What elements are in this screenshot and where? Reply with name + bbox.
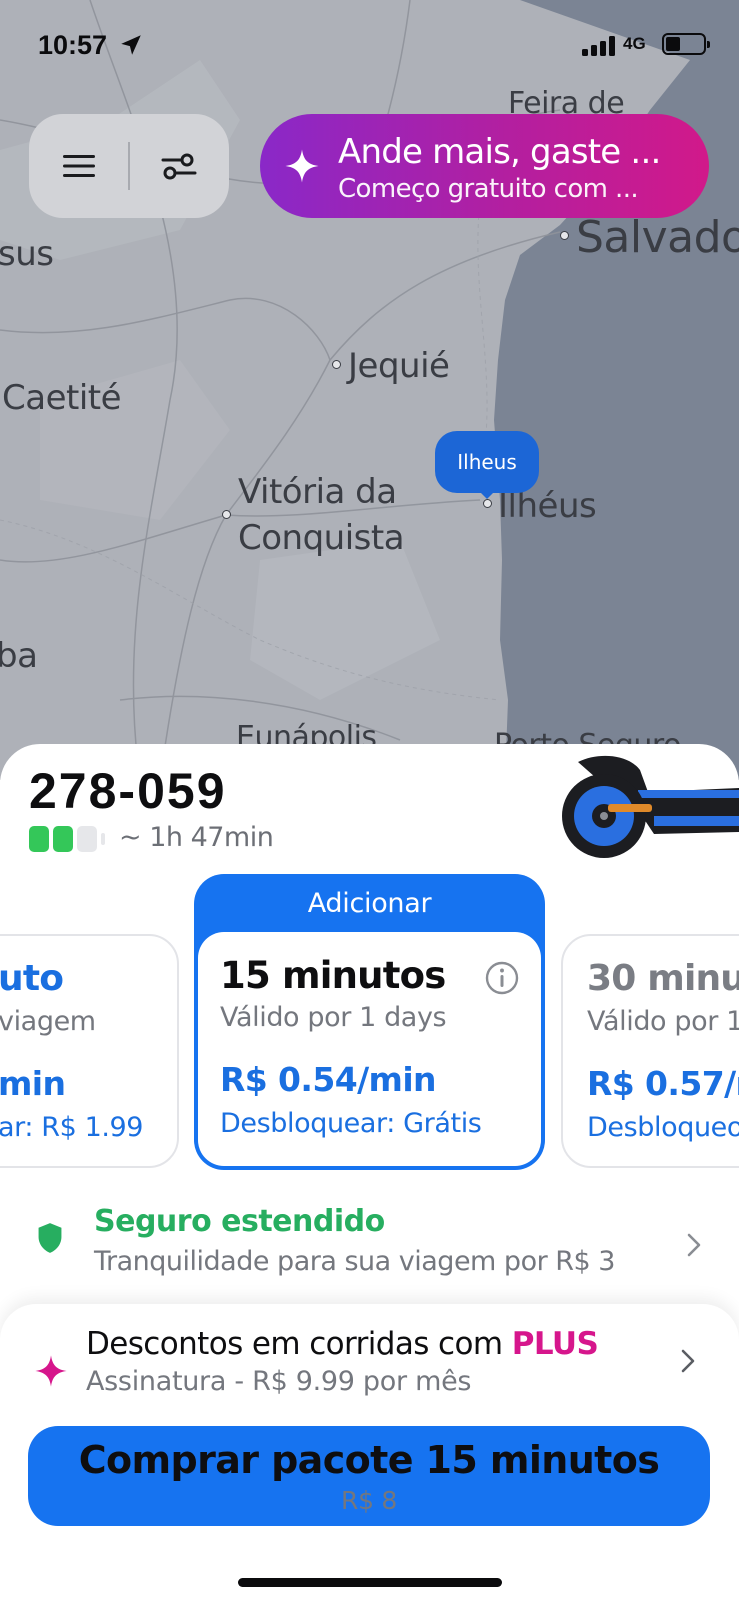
map-pin-ilheus[interactable]: Ilheus (435, 431, 539, 493)
plan-card-15-minutes[interactable]: Adicionar 15 minutos Válido por 1 days R… (194, 874, 545, 1170)
insurance-title: Seguro estendido (94, 1204, 385, 1239)
buy-package-button[interactable]: Comprar pacote 15 minutos R$ 8 (28, 1426, 710, 1526)
plan-card-30-minutes[interactable]: 30 minu Válido por 1 R$ 0.57/m Desbloque… (561, 934, 739, 1168)
chevron-right-icon (687, 1233, 701, 1257)
plus-title[interactable]: Descontos em corridas com PLUS (86, 1326, 599, 1362)
map-controls (29, 114, 229, 218)
network-type: 4G (623, 34, 646, 53)
info-icon[interactable] (484, 960, 520, 996)
plus-sparkle-icon (35, 1355, 67, 1387)
map-label-salvador: Salvado (576, 212, 739, 263)
route-filter-icon (161, 153, 197, 180)
shield-icon (38, 1223, 62, 1253)
map-view[interactable]: Feira de Salvado sus Jequié Caetité Vitó… (0, 0, 739, 780)
plus-title-text: Descontos em corridas com (86, 1326, 503, 1362)
plan-unlock: Desbloquear: Grátis (220, 1108, 482, 1139)
vehicle-bottom-sheet: 278-059 ~ 1h 47min uto viagem min ar: R$… (0, 744, 739, 1600)
signal-icon (582, 36, 615, 56)
plan-selected-header: Adicionar (307, 887, 432, 919)
plan-price: R$ 0.57/m (587, 1064, 739, 1103)
scooter-image (562, 755, 739, 858)
map-point-jequie (332, 360, 341, 369)
promo-title: Ande mais, gaste ... (338, 132, 661, 172)
plus-subscription-card: Descontos em corridas com PLUS Assinatur… (0, 1304, 739, 1600)
plan-card-per-minute[interactable]: uto viagem min ar: R$ 1.99 (0, 934, 179, 1168)
buy-button-price: R$ 8 (341, 1486, 397, 1515)
map-label-caetite: Caetité (2, 378, 122, 418)
map-pin-tail (477, 489, 497, 499)
extended-insurance-row[interactable]: Seguro estendido Tranquilidade para sua … (0, 1194, 739, 1304)
insurance-subtitle: Tranquilidade para sua viagem por R$ 3 (94, 1246, 615, 1277)
plan-card-body: 15 minutos Válido por 1 days R$ 0.54/min… (198, 932, 541, 1166)
map-label-ba: ba (0, 636, 38, 676)
plan-price: min (0, 1064, 66, 1103)
sparkle-icon (285, 149, 319, 183)
vehicle-range: ~ 1h 47min (119, 822, 274, 853)
plan-validity: Válido por 1 days (220, 1002, 447, 1033)
plus-brand: PLUS (511, 1326, 599, 1362)
battery-level-indicator (29, 826, 105, 852)
plan-title: uto (0, 958, 64, 999)
filter-button[interactable] (129, 114, 229, 218)
map-label-vitoria-line2: Conquista (238, 518, 405, 558)
map-point-vitoria (222, 510, 231, 519)
menu-button[interactable] (29, 114, 129, 218)
map-point-ilheus (483, 499, 492, 508)
plan-price: R$ 0.54/min (220, 1060, 437, 1099)
battery-icon (662, 33, 710, 55)
plus-subtitle: Assinatura - R$ 9.99 por mês (86, 1366, 472, 1397)
home-indicator[interactable] (238, 1578, 502, 1587)
hamburger-icon (63, 155, 95, 177)
status-time: 10:57 (38, 30, 108, 60)
map-point-salvador (560, 231, 569, 240)
plan-title: 15 minutos (220, 954, 446, 997)
plan-title: 30 minu (587, 958, 739, 999)
vehicle-id: 278-059 (29, 763, 227, 819)
map-label-sus: sus (0, 234, 54, 274)
map-label-jequie: Jequié (348, 346, 450, 386)
promo-banner[interactable]: Ande mais, gaste ... Começo gratuito com… (260, 114, 709, 218)
plan-unlock: Desbloqueo (587, 1112, 739, 1143)
status-bar: 10:57 4G (0, 26, 739, 66)
location-arrow-icon (121, 35, 141, 55)
plan-validity: Válido por 1 (587, 1006, 739, 1037)
map-label-vitoria-line1: Vitória da (238, 472, 397, 512)
promo-subtitle: Começo gratuito com ... (338, 174, 639, 204)
plan-validity: viagem (0, 1006, 96, 1037)
buy-button-label: Comprar pacote 15 minutos (78, 1438, 660, 1482)
chevron-right-icon[interactable] (680, 1348, 696, 1374)
plan-unlock: ar: R$ 1.99 (0, 1112, 144, 1143)
